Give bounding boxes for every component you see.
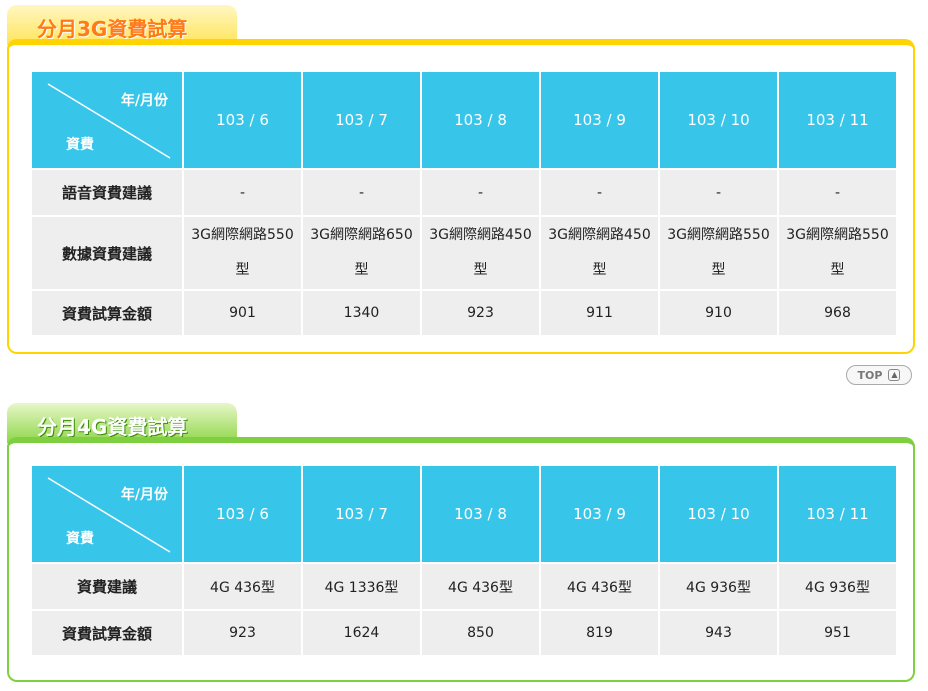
back-to-top-button[interactable]: TOP ▲ <box>846 365 912 385</box>
table-cell: 923 <box>422 291 539 335</box>
top-label: TOP <box>857 368 883 382</box>
table-cell: 4G 436型 <box>541 564 658 609</box>
table-row-data: 數據資費建議 3G網際網路550型 3G網際網路650型 3G網際網路450型 … <box>32 217 896 289</box>
month-header: 103 / 10 <box>660 466 777 562</box>
month-header: 103 / 10 <box>660 72 777 168</box>
table-cell: - <box>541 170 658 215</box>
table-cell: 4G 936型 <box>779 564 896 609</box>
month-header: 103 / 9 <box>541 72 658 168</box>
table-cell: 1624 <box>303 611 420 655</box>
rates-table-4g: 年/月份 資費 103 / 6 103 / 7 103 / 8 103 / 9 … <box>30 464 898 657</box>
table-cell: - <box>303 170 420 215</box>
section-4g-body: 年/月份 資費 103 / 6 103 / 7 103 / 8 103 / 9 … <box>7 437 915 682</box>
table-header-row: 年/月份 資費 103 / 6 103 / 7 103 / 8 103 / 9 … <box>32 72 896 168</box>
table-cell: 968 <box>779 291 896 335</box>
corner-bottom-label: 資費 <box>66 137 94 153</box>
table-cell: 3G網際網路450型 <box>541 217 658 289</box>
table-cell: 819 <box>541 611 658 655</box>
table-cell: 910 <box>660 291 777 335</box>
table-cell: - <box>184 170 301 215</box>
table-cell: 3G網際網路650型 <box>303 217 420 289</box>
table-cell: 943 <box>660 611 777 655</box>
section-3g-title: 分月3G資費試算 <box>37 17 188 41</box>
rates-table-3g: 年/月份 資費 103 / 6 103 / 7 103 / 8 103 / 9 … <box>30 70 898 337</box>
arrow-up-icon: ▲ <box>888 369 901 381</box>
table-cell: 951 <box>779 611 896 655</box>
table-row-voice: 語音資費建議 - - - - - - <box>32 170 896 215</box>
table-cell: 4G 436型 <box>422 564 539 609</box>
table-cell: - <box>779 170 896 215</box>
table-cell: 3G網際網路550型 <box>184 217 301 289</box>
table-cell: 923 <box>184 611 301 655</box>
corner-cell: 年/月份 資費 <box>32 466 182 562</box>
table-cell: 901 <box>184 291 301 335</box>
corner-cell: 年/月份 資費 <box>32 72 182 168</box>
month-header: 103 / 7 <box>303 466 420 562</box>
month-header: 103 / 6 <box>184 466 301 562</box>
table-header-row: 年/月份 資費 103 / 6 103 / 7 103 / 8 103 / 9 … <box>32 466 896 562</box>
table-cell: 3G網際網路550型 <box>660 217 777 289</box>
table-cell: - <box>660 170 777 215</box>
table-cell: 1340 <box>303 291 420 335</box>
corner-bottom-label: 資費 <box>66 531 94 547</box>
row-label: 資費試算金額 <box>32 611 182 655</box>
row-label: 資費試算金額 <box>32 291 182 335</box>
table-cell: 4G 436型 <box>184 564 301 609</box>
section-3g-body: 年/月份 資費 103 / 6 103 / 7 103 / 8 103 / 9 … <box>7 39 915 354</box>
table-cell: 850 <box>422 611 539 655</box>
row-label: 語音資費建議 <box>32 170 182 215</box>
month-header: 103 / 6 <box>184 72 301 168</box>
month-header: 103 / 9 <box>541 466 658 562</box>
table-cell: 3G網際網路550型 <box>779 217 896 289</box>
table-cell: 3G網際網路450型 <box>422 217 539 289</box>
row-label: 資費建議 <box>32 564 182 609</box>
table-cell: 4G 936型 <box>660 564 777 609</box>
table-row-plan: 資費建議 4G 436型 4G 1336型 4G 436型 4G 436型 4G… <box>32 564 896 609</box>
table-cell: - <box>422 170 539 215</box>
table-row-amount: 資費試算金額 923 1624 850 819 943 951 <box>32 611 896 655</box>
diagonal-line <box>47 477 171 553</box>
section-4g-title: 分月4G資費試算 <box>37 415 188 439</box>
month-header: 103 / 7 <box>303 72 420 168</box>
section-3g: 分月3G資費試算 年/月份 資費 103 / 6 103 / 7 103 / 8… <box>7 5 915 354</box>
month-header: 103 / 8 <box>422 466 539 562</box>
month-header: 103 / 8 <box>422 72 539 168</box>
row-label: 數據資費建議 <box>32 217 182 289</box>
table-cell: 4G 1336型 <box>303 564 420 609</box>
diagonal-line <box>47 83 171 159</box>
month-header: 103 / 11 <box>779 466 896 562</box>
table-row-amount: 資費試算金額 901 1340 923 911 910 968 <box>32 291 896 335</box>
corner-top-label: 年/月份 <box>120 93 168 109</box>
month-header: 103 / 11 <box>779 72 896 168</box>
section-4g: 分月4G資費試算 年/月份 資費 103 / 6 103 / 7 103 / 8… <box>7 403 915 682</box>
table-cell: 911 <box>541 291 658 335</box>
corner-top-label: 年/月份 <box>120 487 168 503</box>
